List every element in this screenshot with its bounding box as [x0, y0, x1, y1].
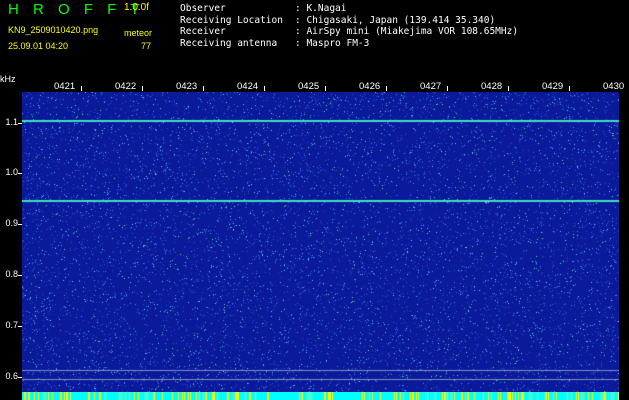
info-row-observer: Observer: K.Nagai [180, 3, 347, 14]
info-row-antenna: Receiving antenna: Maspro FM-3 [180, 37, 370, 49]
x-tick [81, 86, 82, 91]
y-tick-label: 0.7 [5, 319, 18, 330]
x-tick [203, 86, 204, 91]
date-time: 25.09.01 04:20 [8, 41, 69, 51]
header: H R O F F T 1.0.0f KN9_2509010420.png me… [0, 0, 629, 76]
x-tick-label: 0428 [481, 81, 503, 92]
x-tick [386, 86, 387, 91]
x-tick [325, 86, 326, 91]
x-tick-label: 0421 [54, 81, 76, 92]
y-tick-label: 0.9 [5, 218, 18, 229]
x-tick-label: 0423 [176, 81, 198, 92]
bottom-band [22, 392, 619, 400]
y-tick-label: 1.1 [5, 116, 18, 127]
x-tick-label: 0424 [237, 81, 259, 92]
axis-unit: kHz [0, 74, 16, 84]
spectrogram [22, 92, 619, 392]
y-tick-label: 0.8 [5, 269, 18, 280]
x-tick-label: 0427 [420, 81, 442, 92]
info-row-receiver: Receiver: AirSpy mini (Miakejima VOR 108… [180, 26, 519, 37]
meteor-label: meteor [124, 28, 153, 38]
y-tick-label: 1.0 [5, 167, 18, 178]
x-tick [508, 86, 509, 91]
x-tick [447, 86, 448, 91]
info-row-location: Receiving Location: Chigasaki, Japan (13… [180, 14, 496, 26]
meteor-marks [22, 392, 619, 400]
station-info: Observer: K.Nagai Receiving Location: Ch… [180, 3, 518, 49]
x-tick [142, 86, 143, 91]
x-tick-label: 0429 [542, 81, 564, 92]
spectrogram-noise [22, 92, 619, 392]
x-tick [569, 86, 570, 91]
x-tick [264, 86, 265, 91]
x-tick-label: 0430 [603, 81, 625, 92]
meteor-count: 77 [141, 41, 152, 51]
x-tick-label: 0425 [298, 81, 320, 92]
y-tick-label: 0.6 [5, 370, 18, 381]
file-name: KN9_2509010420.png [8, 25, 99, 35]
x-tick-label: 0422 [115, 81, 137, 92]
app-version: 1.0.0f [124, 2, 150, 13]
x-tick-label: 0426 [359, 81, 381, 92]
